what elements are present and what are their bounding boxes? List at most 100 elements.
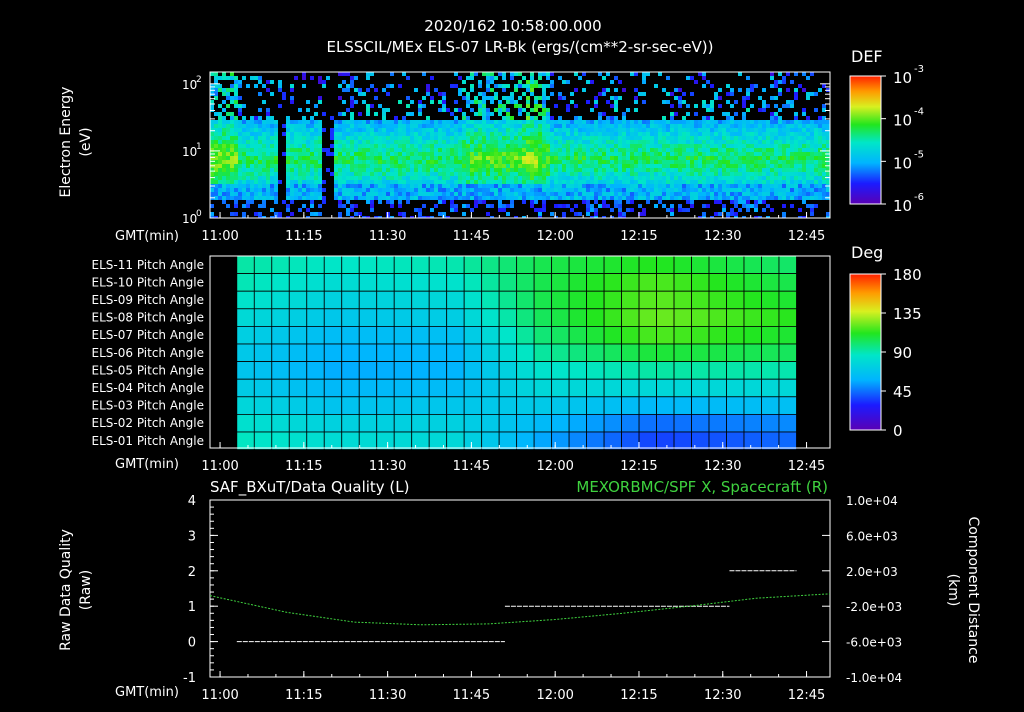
pitch-angle-cell [621, 325, 640, 345]
spectrogram-cell [590, 148, 594, 152]
pitch-angle-cell [446, 325, 465, 345]
spectrogram-cell [718, 128, 722, 132]
spectrogram-cell [802, 128, 806, 132]
spectrogram-cell [586, 120, 590, 124]
pitch-angle-cell [463, 255, 483, 275]
spectrogram-cell [742, 160, 746, 164]
spectrogram-cell [794, 112, 798, 116]
spectrogram-cell [690, 160, 694, 164]
spectrogram-cell [718, 140, 722, 144]
spectrogram-cell [498, 176, 502, 180]
spectrogram-cell [694, 104, 698, 108]
spectrogram-cell [502, 116, 506, 120]
pitch-angle-cell [323, 255, 343, 275]
pitch-angle-cell [358, 396, 378, 415]
spectrogram-cell [274, 144, 278, 148]
spectrogram-cell [278, 212, 282, 216]
spectrogram-cell [662, 120, 666, 124]
spectrogram-cell [434, 148, 438, 152]
spectrogram-cell [458, 196, 462, 200]
spectrogram-cell [502, 96, 506, 100]
spectrogram-cell [490, 72, 494, 76]
spectrogram-cell [502, 108, 506, 112]
spectrogram-cell [682, 92, 686, 96]
data-quality-left-tick-label: 4 [188, 494, 196, 509]
spectrogram-cell [734, 192, 738, 196]
spectrogram-cell [418, 100, 422, 104]
spectrogram-cell [722, 176, 726, 180]
spectrogram-cell [302, 172, 306, 176]
spectrogram-cell [210, 204, 214, 208]
spectrogram-cell [422, 184, 426, 188]
spectrogram-x-tick-label: 12:15 [620, 229, 657, 244]
spectrogram-cell [530, 128, 534, 132]
spectrogram-cell [710, 176, 714, 180]
spectrogram-cell [234, 192, 238, 196]
spectrogram-cell [346, 120, 350, 124]
spectrogram-cell [574, 168, 578, 172]
spectrogram-cell [270, 152, 274, 156]
spectrogram-cell [338, 212, 342, 216]
spectrogram-cell [770, 120, 774, 124]
spectrogram-cell [286, 168, 290, 172]
spectrogram-cell [466, 100, 470, 104]
spectrogram-cell [542, 188, 546, 192]
spectrogram-cell [682, 128, 686, 132]
spectrogram-cell [246, 180, 250, 184]
pitch-angle-cell [463, 378, 483, 398]
spectrogram-cell [786, 148, 790, 152]
spectrogram-cell [650, 160, 654, 164]
pitch-angle-cell [586, 413, 605, 433]
spectrogram-cell [214, 72, 218, 76]
spectrogram-cell [754, 144, 758, 148]
spectrogram-cell [390, 72, 394, 76]
spectrogram-cell [502, 152, 506, 156]
spectrogram-cell [322, 180, 326, 184]
spectrogram-cell [466, 152, 470, 156]
spectrogram-cell [490, 156, 494, 160]
spectrogram-cell [666, 188, 670, 192]
spectrogram-cell [374, 96, 378, 100]
data-quality-left-tick-label: 3 [188, 529, 196, 544]
spectrogram-cell [678, 192, 682, 196]
spectrogram-cell [742, 140, 746, 144]
spectrogram-cell [610, 152, 614, 156]
pitch-angle-cell [393, 378, 413, 398]
spectrogram-cell [266, 188, 270, 192]
spectrogram-cell [258, 152, 262, 156]
pitch-angle-cell [411, 343, 430, 363]
spectrogram-cell [342, 180, 346, 184]
spectrogram-cell [262, 120, 266, 124]
spectrogram-cell [354, 172, 358, 176]
spectrogram-cell [746, 204, 750, 208]
spectrogram-cell [602, 88, 606, 92]
spectrogram-cell [706, 80, 710, 84]
spectrogram-cell [226, 148, 230, 152]
spectrogram-cell [514, 72, 518, 76]
spectrogram-cell [762, 128, 766, 132]
spectrogram-cell [602, 204, 606, 208]
spectrogram-cell [382, 132, 386, 136]
spectrogram-cell [590, 160, 594, 164]
spectrogram-cell [418, 124, 422, 128]
spectrogram-cell [594, 156, 598, 160]
spectrogram-cell [526, 176, 530, 180]
spectrogram-cell [546, 84, 550, 88]
spectrogram-cell [506, 132, 510, 136]
spectrogram-cell [546, 120, 550, 124]
spectrogram-cell [626, 152, 630, 156]
spectrogram-cell [454, 196, 458, 200]
spectrogram-cell [290, 156, 294, 160]
spectrogram-cell [642, 80, 646, 84]
spectrogram-cell [714, 200, 718, 204]
spectrogram-cell [270, 172, 274, 176]
spectrogram-cell [462, 164, 466, 168]
spectrogram-cell [542, 172, 546, 176]
spectrogram-cell [482, 200, 486, 204]
spectrogram-x-tick-label: 11:45 [453, 229, 490, 244]
spectrogram-cell [510, 180, 514, 184]
spectrogram-cell [606, 204, 610, 208]
pitch-angle-cell [778, 396, 797, 415]
pitch-angle-cell [708, 343, 727, 363]
spectrogram-cell [734, 128, 738, 132]
